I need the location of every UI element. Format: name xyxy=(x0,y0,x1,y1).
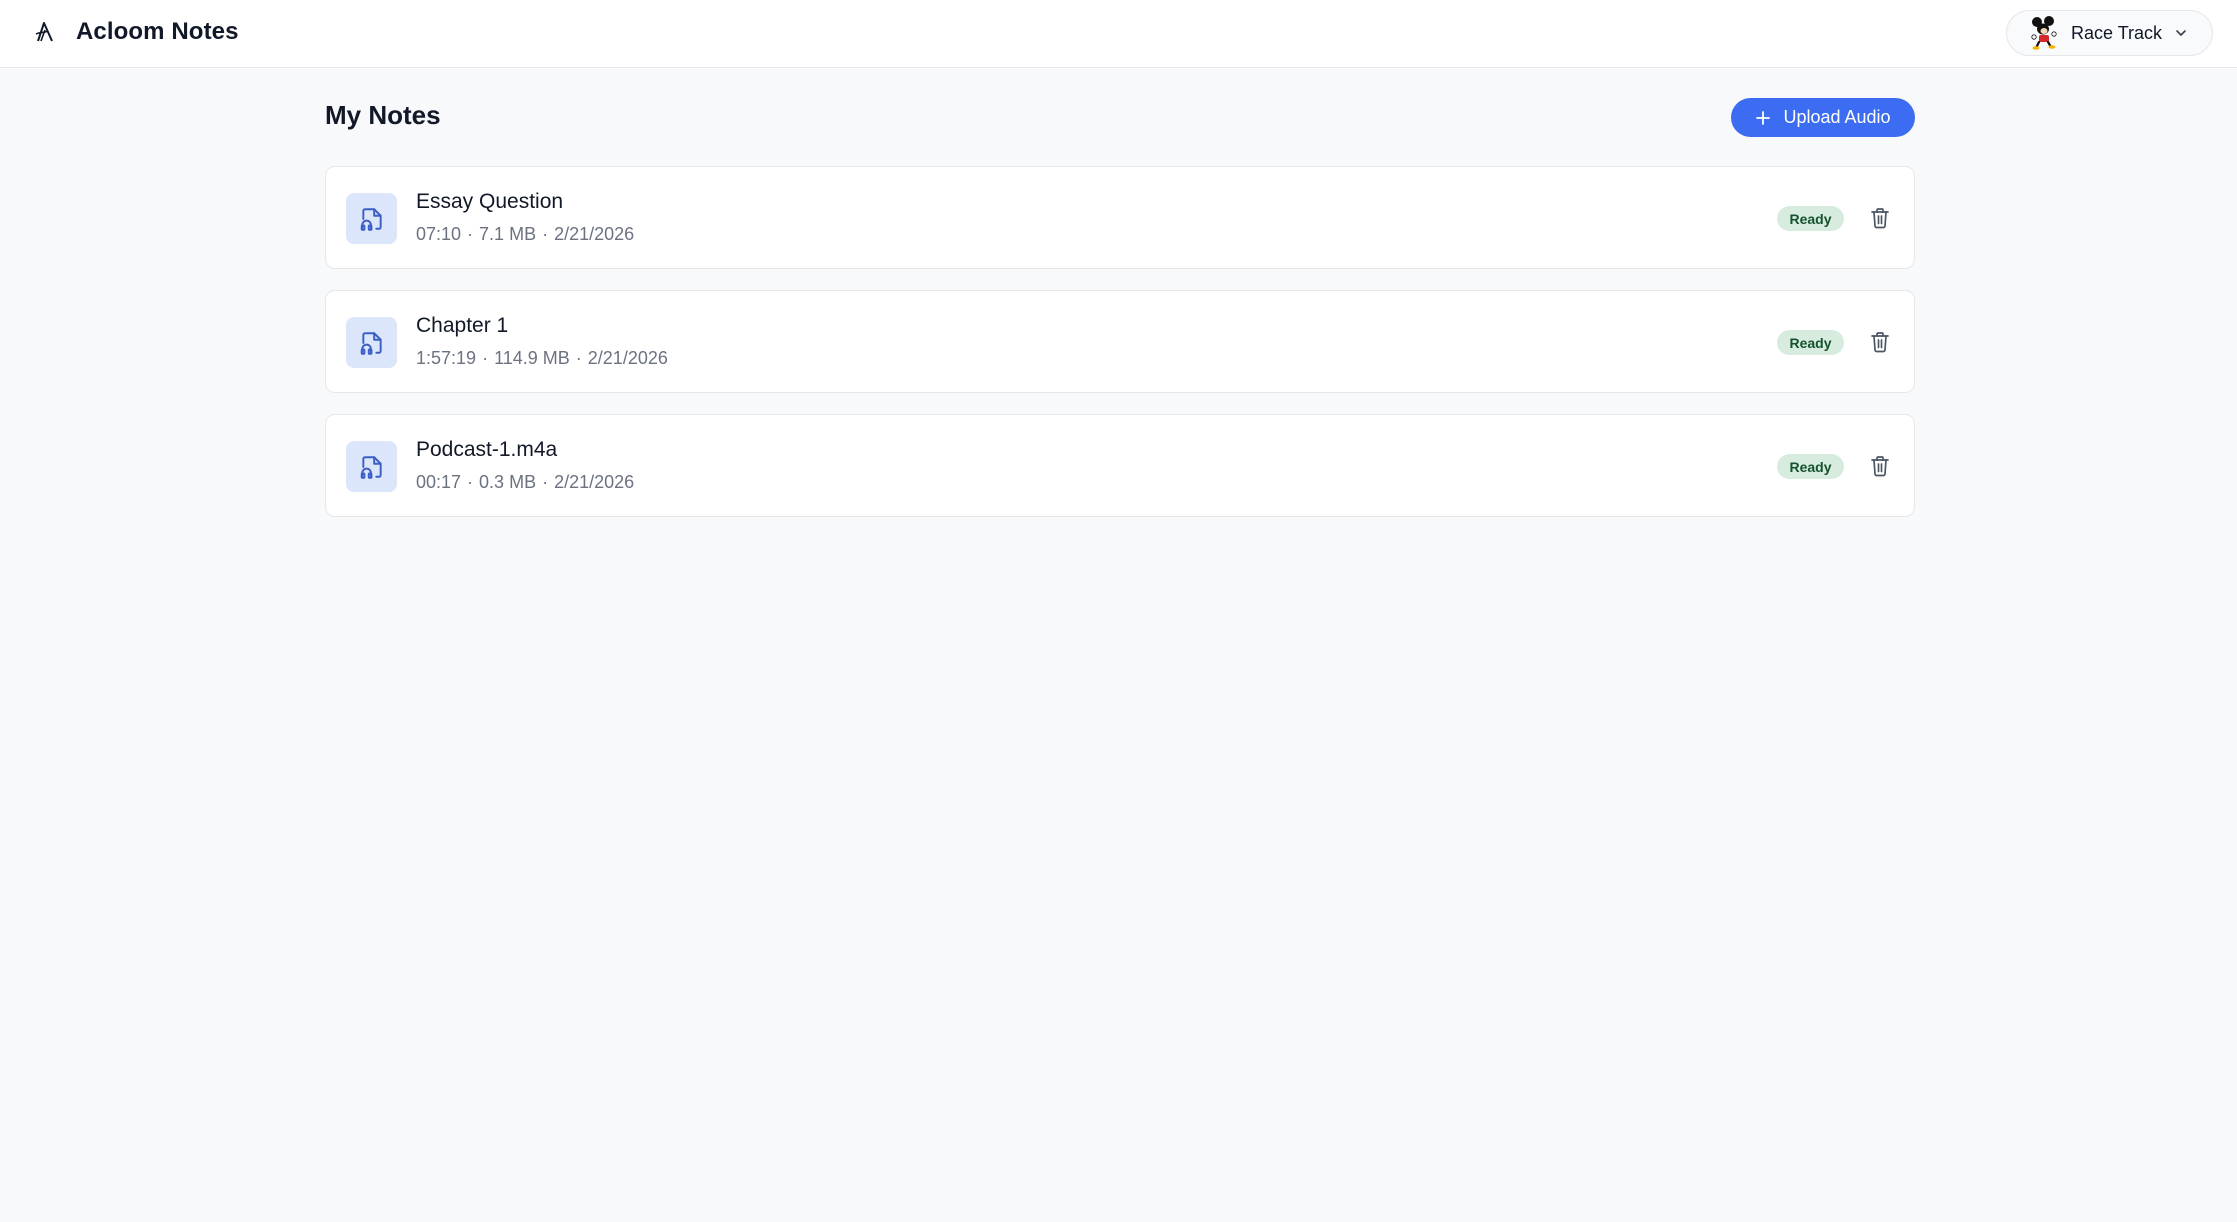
upload-audio-label: Upload Audio xyxy=(1783,107,1891,127)
delete-note-button[interactable] xyxy=(1866,329,1894,357)
acloom-logo-icon xyxy=(34,21,56,43)
note-date: 2/21/2026 xyxy=(554,472,635,492)
trash-icon xyxy=(1870,455,1890,480)
note-card[interactable]: Podcast-1.m4a 00:17 · 0.3 MB · 2/21/2026 Rea… xyxy=(325,414,1915,517)
meta-separator: · xyxy=(467,472,474,492)
note-date: 2/21/2026 xyxy=(554,224,635,244)
status-badge: Ready xyxy=(1777,330,1844,355)
delete-note-button[interactable] xyxy=(1866,453,1894,481)
note-card[interactable]: Chapter 1 1:57:19 · 114.9 MB · 2/21/2026 Rea… xyxy=(325,290,1915,393)
audio-file-icon xyxy=(346,441,397,492)
note-meta: 1:57:19 · 114.9 MB · 2/21/2026 xyxy=(416,348,668,369)
note-duration: 1:57:19 xyxy=(416,348,477,368)
audio-file-icon xyxy=(346,193,397,244)
note-size: 0.3 MB xyxy=(479,472,537,492)
note-title: Podcast-1.m4a xyxy=(416,438,558,461)
top-bar: Acloom Notes Race Track xyxy=(0,0,2237,68)
upload-audio-button[interactable]: Upload Audio xyxy=(1731,98,1915,137)
account-menu-button[interactable]: Race Track xyxy=(2006,10,2213,56)
note-date: 2/21/2026 xyxy=(587,348,668,368)
meta-separator: · xyxy=(542,224,549,244)
note-duration: 00:17 xyxy=(416,472,462,492)
note-title: Chapter 1 xyxy=(416,314,509,337)
plus-icon xyxy=(1755,110,1771,126)
meta-separator: · xyxy=(482,348,489,368)
app-title: Acloom Notes xyxy=(76,18,239,45)
audio-file-icon xyxy=(346,317,397,368)
note-size: 114.9 MB xyxy=(494,348,570,368)
brand[interactable]: Acloom Notes xyxy=(34,14,239,50)
note-title: Essay Question xyxy=(416,190,564,213)
meta-separator: · xyxy=(575,348,582,368)
chevron-down-icon xyxy=(2174,26,2188,40)
note-meta: 07:10 · 7.1 MB · 2/21/2026 xyxy=(416,224,634,245)
meta-separator: · xyxy=(542,472,549,492)
trash-icon xyxy=(1870,207,1890,232)
status-badge: Ready xyxy=(1777,206,1844,231)
note-meta: 00:17 · 0.3 MB · 2/21/2026 xyxy=(416,472,634,493)
note-card[interactable]: Essay Question 07:10 · 7.1 MB · 2/21/2026 Re… xyxy=(325,166,1915,269)
status-badge: Ready xyxy=(1777,454,1844,479)
note-list: Essay Question 07:10 · 7.1 MB · 2/21/2026 Re… xyxy=(325,166,1915,538)
trash-icon xyxy=(1870,331,1890,356)
delete-note-button[interactable] xyxy=(1866,205,1894,233)
note-size: 7.1 MB xyxy=(479,224,537,244)
page-title: My Notes xyxy=(325,100,441,130)
mouse-character-avatar-icon xyxy=(2029,16,2059,50)
meta-separator: · xyxy=(467,224,474,244)
note-duration: 07:10 xyxy=(416,224,462,244)
account-name: Race Track xyxy=(2071,22,2163,43)
